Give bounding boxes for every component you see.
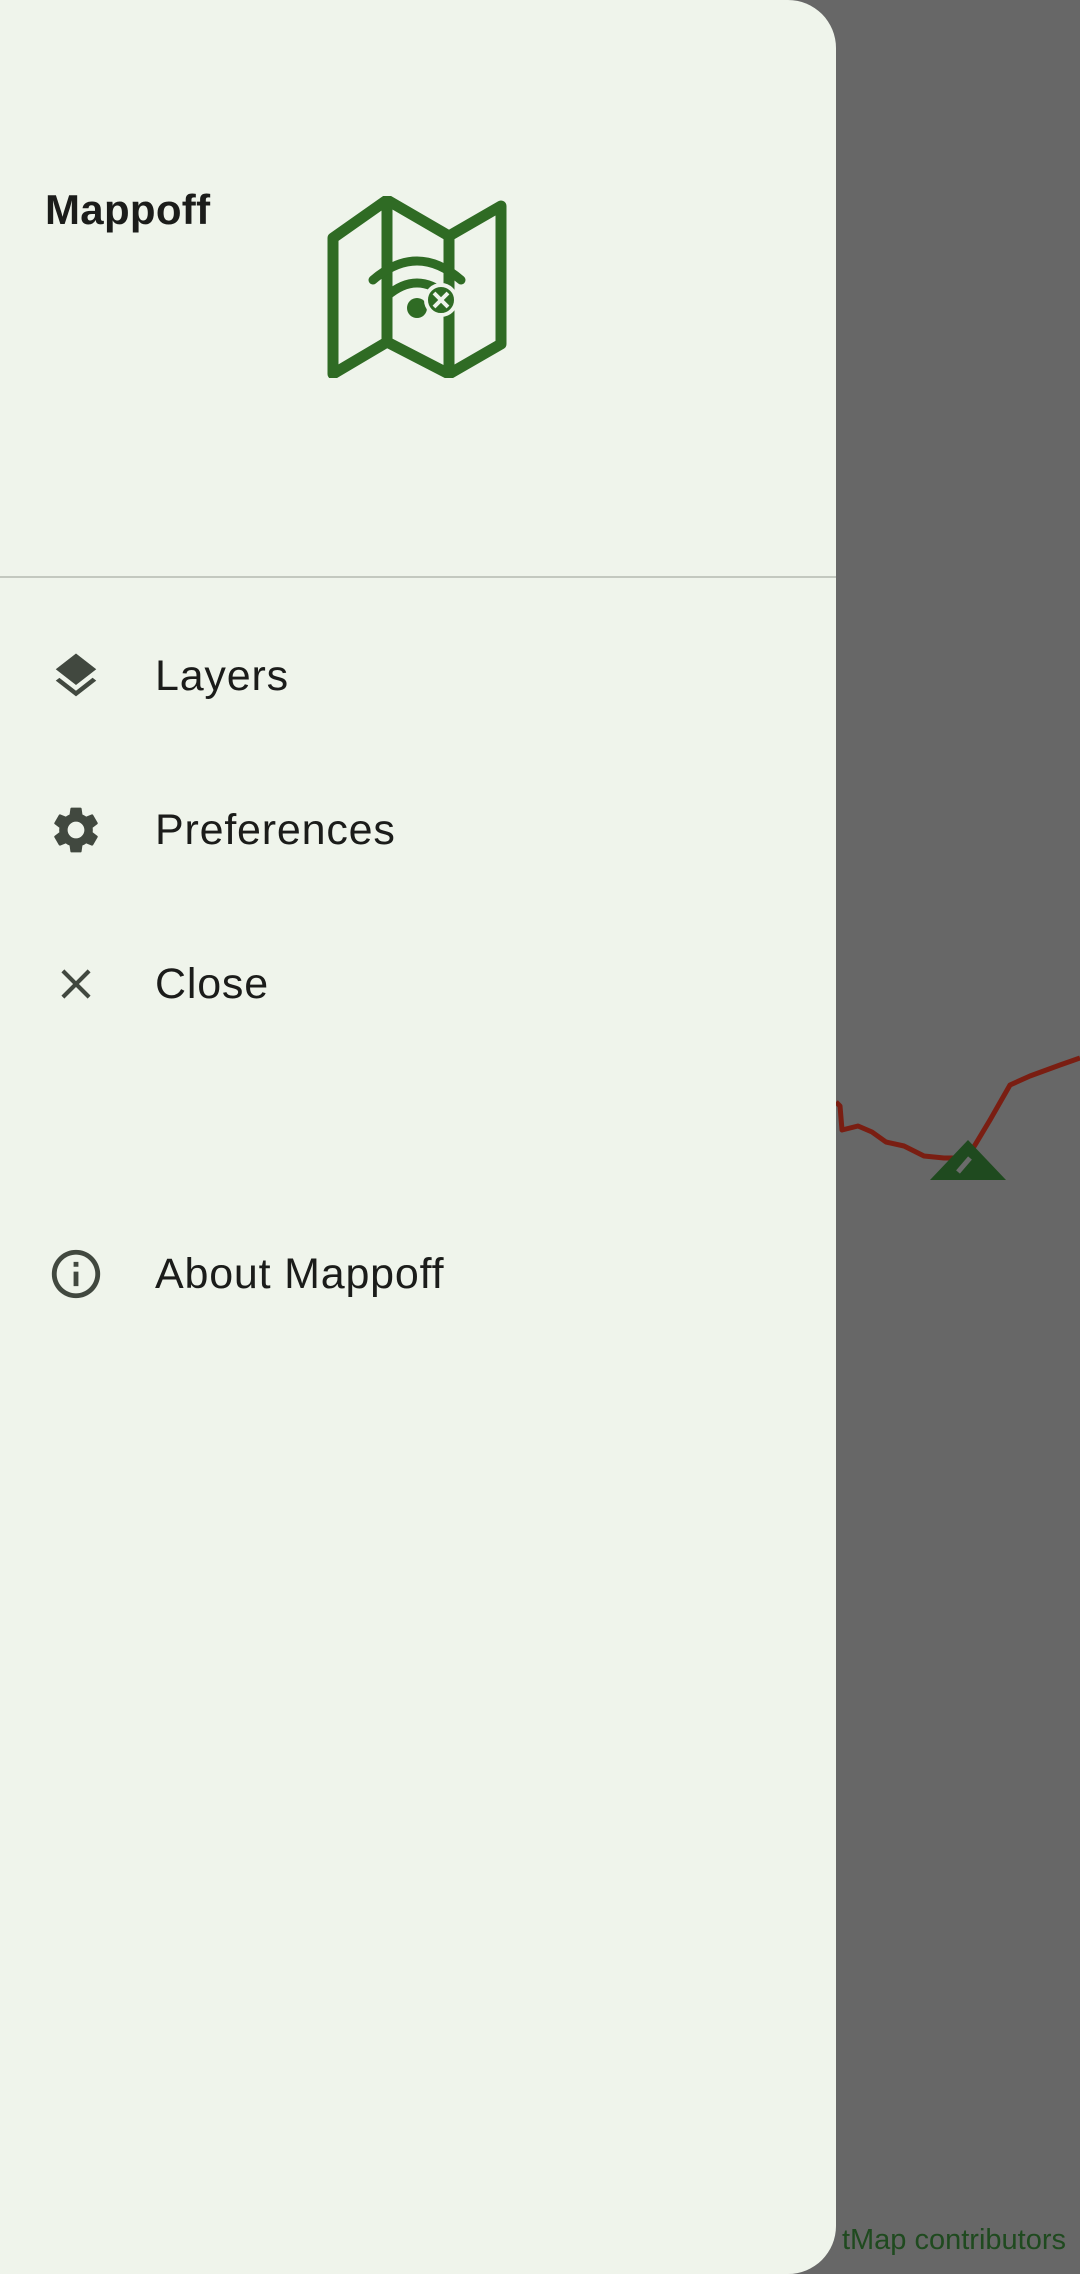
map-attribution[interactable]: tMap contributors (842, 2224, 1066, 2257)
drawer-header: Mappoff (0, 0, 836, 577)
app-title: Mappoff (45, 186, 211, 233)
drawer-item-label: Preferences (155, 805, 396, 854)
drawer-item-layers[interactable]: Layers (0, 616, 836, 736)
track-line (834, 1055, 1080, 1161)
info-icon (45, 1243, 107, 1305)
close-icon (45, 953, 107, 1015)
drawer-item-close[interactable]: Close (0, 924, 836, 1044)
drawer-item-label: Layers (155, 651, 289, 700)
drawer-item-about[interactable]: About Mappoff (0, 1214, 836, 1334)
app-logo-icon (327, 196, 507, 378)
drawer-divider (0, 576, 836, 578)
drawer-item-label: About Mappoff (155, 1249, 445, 1298)
drawer-item-label: Close (155, 959, 269, 1008)
layers-icon (45, 645, 107, 707)
navigation-drawer: Mappoff Layers Preferences Close About M… (0, 0, 836, 2274)
drawer-item-preferences[interactable]: Preferences (0, 770, 836, 890)
gear-icon (45, 799, 107, 861)
